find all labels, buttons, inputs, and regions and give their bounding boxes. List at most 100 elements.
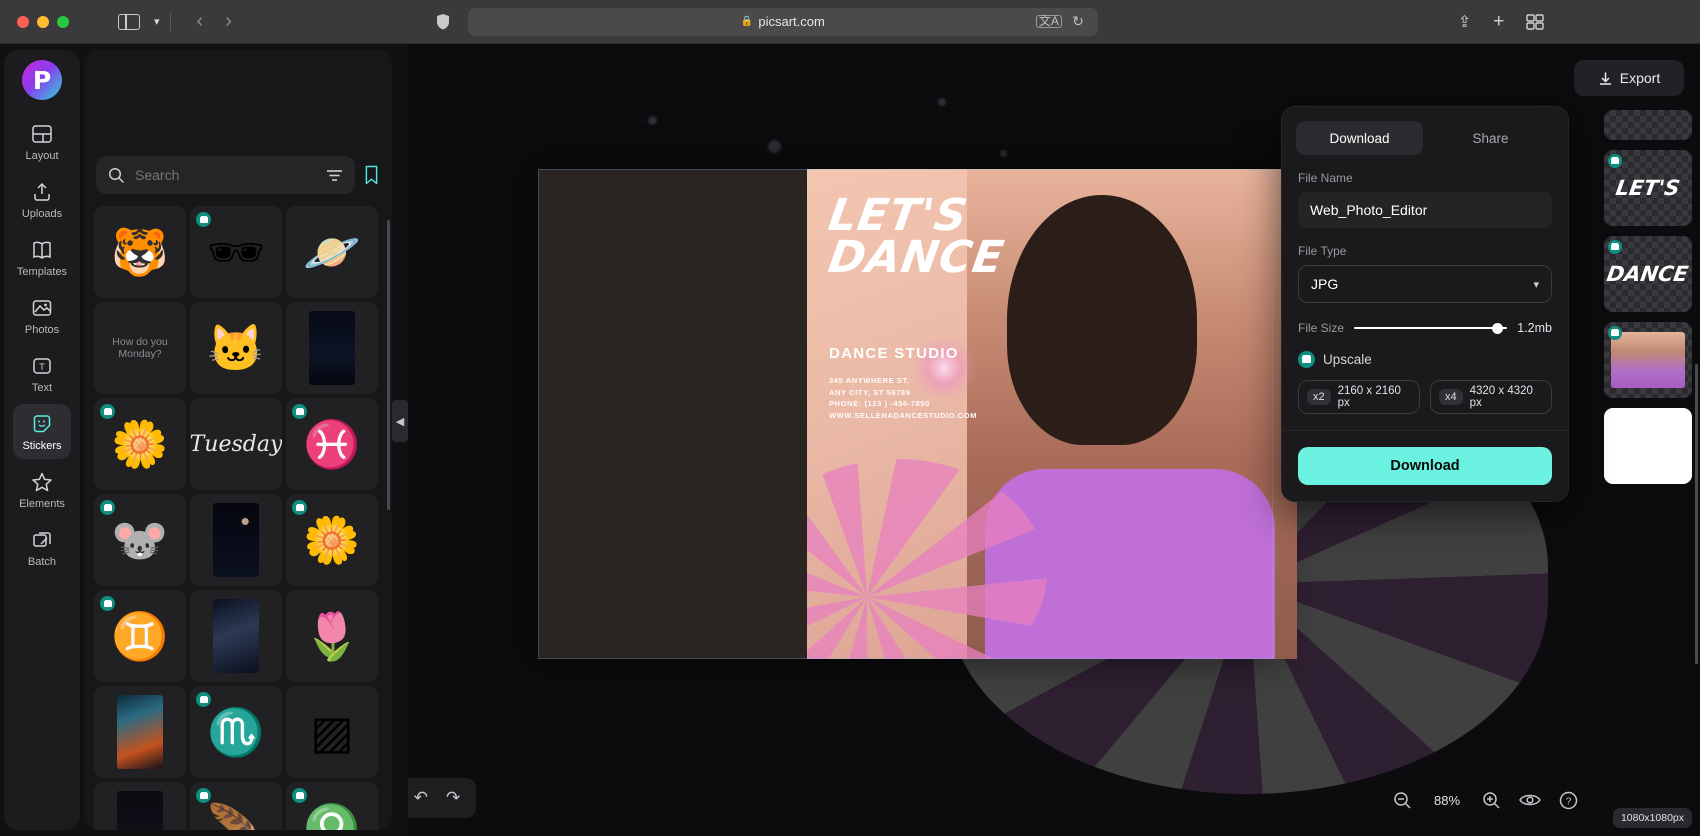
redo-icon[interactable]: ↷ (446, 788, 460, 808)
undo-icon[interactable]: ↶ (414, 788, 428, 808)
history-toolbar: ↶ ↷ (408, 778, 476, 818)
sidebar-item-uploads[interactable]: Uploads (13, 172, 71, 227)
sidebar-item-photos[interactable]: Photos (13, 288, 71, 343)
premium-badge-icon (1608, 326, 1622, 340)
sticker-cell-saturn-ring-swoosh[interactable]: 🪐 (286, 206, 378, 298)
filter-icon[interactable] (326, 169, 343, 182)
sticker-cell-zodiac-pisces-chrome[interactable]: ♓ (286, 398, 378, 490)
sidebar-item-label: Uploads (21, 208, 63, 220)
search-row (96, 156, 380, 194)
layer-dance-text[interactable]: DANCE (1604, 236, 1692, 312)
eye-icon[interactable] (1519, 792, 1541, 808)
layer-sticker-top[interactable] (1604, 110, 1692, 140)
canvas-artboard[interactable]: LET'S DANCE DANCE STUDIO 345 ANYWHERE ST… (538, 169, 1297, 659)
sticker-cell-dark-photo[interactable] (94, 782, 186, 830)
sidebar-item-label: Layout (25, 150, 59, 162)
share-icon[interactable]: ⇪ (1458, 12, 1471, 32)
zoom-in-icon[interactable] (1482, 791, 1501, 810)
zoom-level-value[interactable]: 88% (1430, 793, 1464, 808)
file-size-row: File Size 1.2mb (1298, 321, 1552, 335)
download-panel-tabs: Download Share (1282, 121, 1568, 155)
layer-photo-thumbnail (1611, 332, 1685, 388)
tab-overview-icon[interactable] (1526, 13, 1545, 30)
sticker-artwork: 🕶 (206, 226, 266, 278)
sticker-cell-zodiac-chrome-symbol[interactable]: ♎ (286, 782, 378, 830)
tab-download[interactable]: Download (1296, 121, 1423, 155)
file-type-select[interactable]: JPG ▾ (1298, 265, 1552, 303)
sticker-cell-pink-stripes-triangle[interactable]: ▨ (286, 686, 378, 778)
sticker-cell-tuesday-script[interactable]: Tuesday (190, 398, 282, 490)
sticker-artwork: 🌼 (111, 418, 169, 470)
sidebar-item-layout[interactable]: Layout (13, 114, 71, 169)
zoom-toolbar: 88% ? (1393, 780, 1578, 820)
sticker-cell-tiger-with-flowers[interactable]: 🐱 (190, 302, 282, 394)
file-size-slider[interactable] (1354, 321, 1508, 335)
close-window-button[interactable] (17, 15, 29, 28)
plus-icon[interactable]: + (1493, 11, 1504, 33)
sidebar-item-label: Text (31, 382, 53, 394)
bokeh-dot (648, 116, 657, 125)
file-name-input[interactable]: Web_Photo_Editor (1298, 192, 1552, 228)
shield-icon[interactable] (436, 13, 450, 30)
sidebar-item-elements[interactable]: Elements (13, 462, 71, 517)
sticker-cell-white-daisy[interactable]: 🌼 (286, 494, 378, 586)
batch-icon (33, 532, 51, 547)
sidebar-item-batch[interactable]: Batch (13, 520, 71, 575)
sticker-cell-tiger-with-heart[interactable]: 🐯 (94, 206, 186, 298)
sticker-cell-zodiac-gemini-chrome[interactable]: ♊ (94, 590, 186, 682)
sticker-artwork: 🐭 (111, 514, 169, 566)
search-input[interactable] (135, 167, 316, 183)
search-box[interactable] (96, 156, 355, 194)
stickers-scrollbar[interactable] (387, 220, 390, 510)
zoom-out-icon[interactable] (1393, 791, 1412, 810)
upscale-option-x2[interactable]: x2 2160 x 2160 px (1298, 380, 1420, 414)
slider-knob[interactable] (1492, 322, 1504, 334)
sidebar-item-templates[interactable]: Templates (13, 230, 71, 285)
upscale-dimensions: 2160 x 2160 px (1337, 385, 1401, 409)
download-button[interactable]: Download (1298, 447, 1552, 485)
sticker-cell-zodiac-scorpio-chrome[interactable]: ♏ (190, 686, 282, 778)
sidebar-item-stickers[interactable]: Stickers (13, 404, 71, 459)
chevron-down-icon[interactable]: ▾ (154, 15, 160, 28)
panel-collapse-handle[interactable]: ◀ (392, 400, 408, 442)
chevron-right-icon[interactable]: › (225, 10, 232, 33)
export-button[interactable]: Export (1574, 60, 1684, 96)
upscale-label: Upscale (1323, 352, 1372, 367)
layers-scrollbar[interactable] (1695, 364, 1698, 664)
sticker-cell-yellow-flower[interactable]: 🌼 (94, 398, 186, 490)
sticker-cell-carnival-mask[interactable]: 🕶 (190, 206, 282, 298)
sidebar-toggle-icon[interactable] (118, 13, 140, 30)
bookmark-icon[interactable] (363, 163, 380, 187)
sticker-icon (33, 415, 51, 433)
sticker-cell-green-feather[interactable]: 🪶 (190, 782, 282, 830)
maximize-window-button[interactable] (57, 15, 69, 28)
premium-badge-icon (196, 692, 211, 707)
sticker-cell-mouse-with-cheese[interactable]: 🐭 (94, 494, 186, 586)
translate-icon[interactable]: 文A (1035, 15, 1062, 28)
layer-background[interactable] (1604, 408, 1692, 484)
tab-share[interactable]: Share (1427, 121, 1554, 155)
address-bar[interactable]: 🔒 picsart.com 文A ↻ (467, 7, 1098, 36)
upscale-multiplier: x2 (1307, 389, 1331, 405)
sticker-cell-moon-eclipse-photo[interactable] (190, 494, 282, 586)
sidebar-item-text[interactable]: T Text (13, 346, 71, 401)
upscale-option-x4[interactable]: x4 4320 x 4320 px (1430, 380, 1552, 414)
poster-headline: LET'S DANCE (825, 190, 1008, 283)
layer-photo[interactable] (1604, 322, 1692, 398)
sticker-cell-line-art-tulip[interactable]: 🌷 (286, 590, 378, 682)
photo-icon (32, 300, 52, 316)
picsart-logo[interactable]: P (22, 60, 62, 100)
layer-lets-text[interactable]: LET'S (1604, 150, 1692, 226)
sticker-cell-milky-way-photo[interactable] (190, 590, 282, 682)
help-icon[interactable]: ? (1559, 791, 1578, 810)
poster-address-block: 345 ANYWHERE ST. ANY CITY, ST 56789 PHON… (829, 375, 977, 422)
sticker-artwork: 🌼 (303, 514, 361, 566)
sticker-cell-nebula-photo[interactable] (94, 686, 186, 778)
reload-icon[interactable]: ↻ (1072, 13, 1084, 30)
chevron-left-icon[interactable]: ‹ (197, 10, 204, 33)
poster-design[interactable]: LET'S DANCE DANCE STUDIO 345 ANYWHERE ST… (807, 169, 1297, 659)
sticker-cell-night-sky-photo[interactable] (286, 302, 378, 394)
sticker-cell-monday-text[interactable]: How do you Monday? (94, 302, 186, 394)
minimize-window-button[interactable] (37, 15, 49, 28)
url-text-group: 🔒 picsart.com (741, 14, 825, 29)
